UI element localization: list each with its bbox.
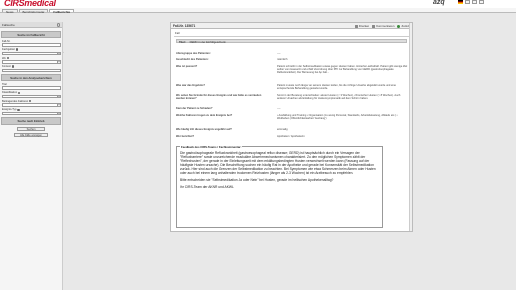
qa-answer: männlich — [277, 58, 288, 61]
section-ende: Suche nach Eintrieb — [1, 117, 61, 125]
qa-question: Welche Faktoren trugen zu dem Ereignis b… — [176, 114, 233, 117]
qa-answer: Apotheker / Apothekerin — [277, 135, 305, 138]
top-icons — [458, 0, 484, 4]
help-icon[interactable] — [465, 0, 470, 4]
app-logo: CIRSmedical — [4, 0, 56, 8]
info-icon[interactable] — [17, 108, 20, 111]
comment-button[interactable]: Kommentieren — [372, 24, 394, 28]
search-sidebar: Fallsuche Suche im Fallbericht Fall-Nr. … — [0, 22, 63, 290]
field-beitrag: Beitragendes Faktoren ▾ — [0, 100, 62, 107]
feedback-heading: Feedback des CIRS-Teams / Fachkommentar: — [180, 145, 243, 149]
beitrag-select[interactable]: ▾ — [2, 103, 61, 107]
qa-question: Was ist passiert? — [176, 65, 198, 68]
sidebar-title: Fallsuche — [2, 23, 15, 27]
info-icon[interactable] — [6, 56, 10, 60]
qa-question: Was war das Ergebnis? — [176, 84, 206, 87]
title-label: Titel: — [179, 40, 186, 45]
chevron-down-icon: ▾ — [57, 112, 60, 115]
qa-answer: Patient musste noch länger an seinem Hus… — [277, 84, 396, 91]
qa-question: Wie häufig tritt dieses Ereignis ungefäh… — [176, 128, 232, 131]
sidebar-header: Fallsuche — [0, 22, 62, 28]
info-icon[interactable] — [472, 0, 477, 4]
case-panel: Fall-Nr. 135671 Drucken Kommentieren Zur… — [170, 22, 413, 232]
print-label: Drucken — [358, 24, 370, 28]
top-bar: CIRSmedical azq — [0, 0, 516, 8]
tab-fallberichte[interactable]: Fallberichte — [49, 8, 75, 14]
feedback-paragraph: Die gastroösophageale Refluxkrankheit (g… — [180, 151, 376, 175]
chevron-down-icon: ▾ — [57, 95, 60, 98]
field-fall-nr: Fall-Nr. — [0, 40, 62, 47]
search-button[interactable]: Suchen — [17, 126, 45, 131]
search-icon[interactable] — [56, 23, 60, 27]
case-title-row: Titel: DERD in der Einfüllgeschenk — [176, 38, 407, 45]
field-klassifikation: Klassifikation ▾ — [0, 91, 62, 99]
tab-berichtsformular[interactable]: Berichtsformular — [18, 8, 49, 14]
qa-answer: Patient schreibt in der Selbstmedikation… — [277, 65, 408, 75]
qa-answer: ---- — [277, 107, 281, 110]
field-titel: Titel — [0, 83, 62, 90]
chevron-down-icon: ▾ — [57, 104, 60, 107]
info-icon[interactable] — [29, 100, 32, 103]
field-fachgebiet: Fachgebiet ▾ — [0, 48, 62, 56]
qa-question: Wo sehen Sie Gründe für dieses Ereignis … — [176, 94, 262, 100]
case-actions: Drucken Kommentieren Zurück — [354, 24, 410, 28]
print-button[interactable]: Drucken — [354, 24, 370, 28]
field-ereignis-typ: Ereignis-Typ ▾ — [0, 108, 62, 116]
title-value: DERD in der Einfüllgeschenk — [189, 40, 226, 45]
feedback-paragraph: Bitte entscheiden sie "Selbstmedikation … — [180, 178, 334, 182]
nav-tabs: News Berichtsformular Fallberichte — [0, 8, 516, 14]
chevron-down-icon: ▾ — [57, 52, 60, 55]
case-number: Fall-Nr. 135671 — [173, 24, 196, 28]
show-all-button[interactable]: Alle Fälle anzeigen — [14, 132, 48, 137]
info-icon[interactable] — [18, 91, 21, 94]
klassifikation-select[interactable]: ▾ — [2, 94, 61, 99]
section-analyse: Suche in den Analyseberichten — [1, 74, 61, 82]
org-logo: azq — [433, 0, 445, 6]
info-icon[interactable] — [15, 48, 19, 51]
feedback-box: Feedback des CIRS-Teams / Fachkommentar:… — [176, 145, 383, 228]
printer-icon — [354, 24, 358, 28]
fachgebiet-select[interactable]: ▾ — [2, 51, 61, 56]
fall-nr-input[interactable] — [2, 43, 61, 47]
qa-answer: erstmalig — [277, 128, 288, 131]
qa-answer: Somit in der Beratung unterschieden: aku… — [277, 94, 401, 101]
qa-question: Kam der Patient zu Schaden? — [176, 107, 213, 110]
qa-answer: • Ausbildung und Training • Organisation… — [277, 114, 398, 121]
language-flag-icon[interactable] — [458, 0, 463, 4]
info-icon[interactable] — [11, 65, 14, 68]
comment-label: Kommentieren — [376, 24, 395, 28]
wo-select[interactable]: ▾ — [2, 60, 61, 64]
feedback-signature: Ihr CIRS-Team der AKNR und AKWL — [180, 185, 234, 189]
fall-section-label: Fall — [174, 30, 409, 37]
section-fallbericht: Suche im Fallbericht — [1, 31, 61, 39]
titel-input[interactable] — [2, 86, 61, 90]
qa-answer: ---- — [277, 52, 281, 55]
qa-question: Wer berichtet? — [176, 135, 195, 138]
back-arrow-icon — [397, 24, 401, 28]
field-kontext: Kontext — [0, 65, 62, 73]
qa-question: Altersgruppe des Patienten: — [176, 52, 211, 55]
case-scrollbar[interactable] — [409, 23, 412, 231]
sidebar-collapse-handle[interactable]: ‹ — [63, 50, 65, 56]
chevron-down-icon: ▾ — [57, 61, 60, 64]
comment-icon — [372, 24, 376, 28]
ereignis-typ-select[interactable]: ▾ — [2, 111, 61, 116]
tab-news[interactable]: News — [2, 8, 18, 14]
qa-question: Geschlecht des Patienten: — [176, 58, 209, 61]
kontext-label: Kontext — [2, 65, 11, 69]
print-icon[interactable] — [479, 0, 484, 4]
case-header: Fall-Nr. 135671 Drucken Kommentieren Zur… — [171, 23, 412, 29]
field-wo: Wo ▾ — [0, 57, 62, 64]
